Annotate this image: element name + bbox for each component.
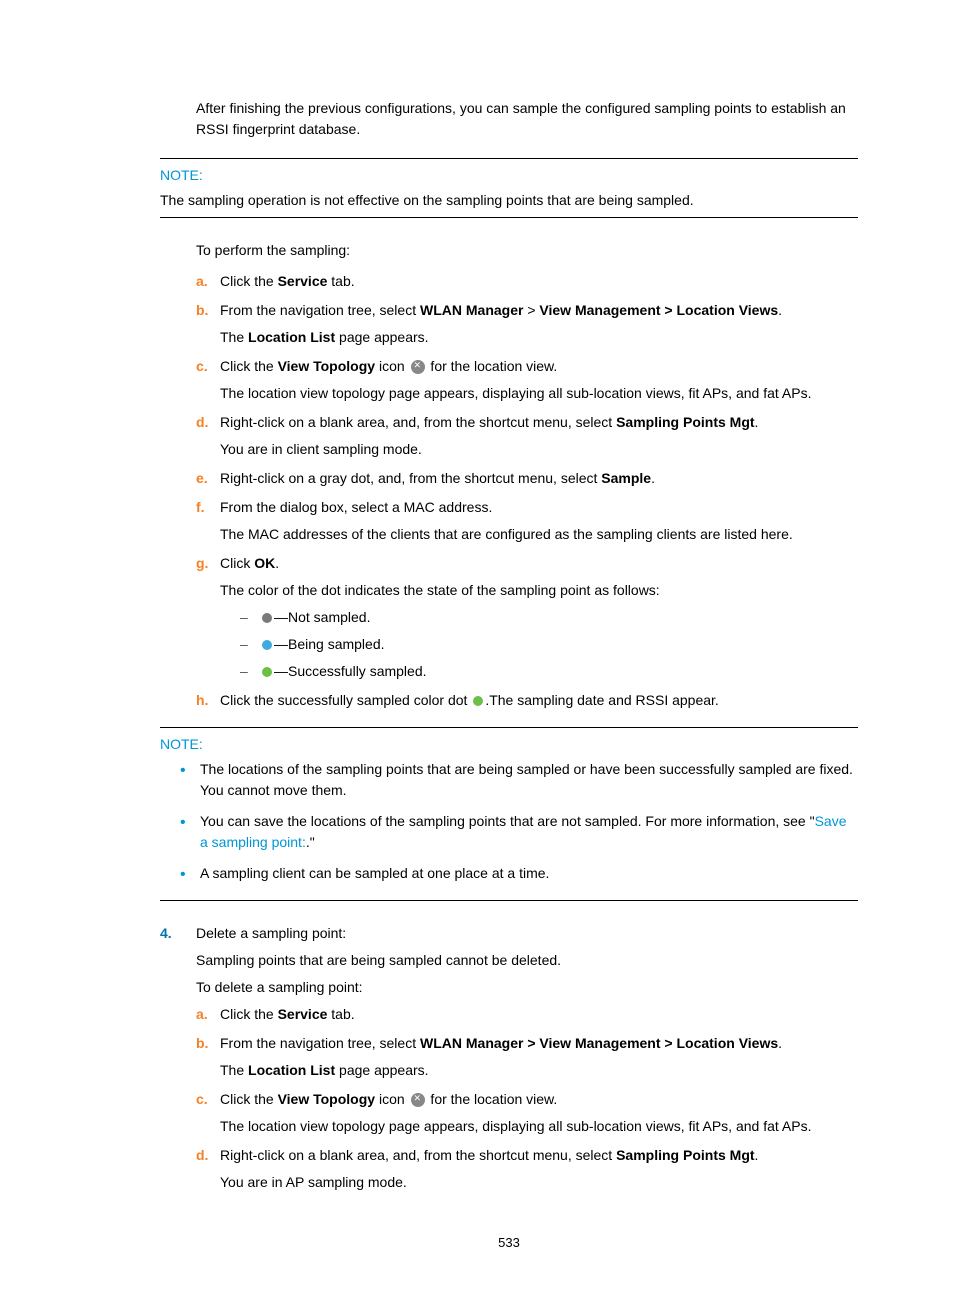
- bold-text: WLAN Manager > View Management > Locatio…: [420, 1035, 778, 1051]
- perform-intro: To perform the sampling:: [196, 240, 858, 261]
- text: .: [778, 1035, 782, 1051]
- text: Click the: [220, 1091, 278, 1107]
- text: Click the: [220, 358, 278, 374]
- dot-gray-icon: [262, 613, 272, 623]
- numbered-list: 4. Delete a sampling point: Sampling poi…: [160, 923, 858, 1193]
- sub-text: The color of the dot indicates the state…: [220, 580, 858, 601]
- bold-text: OK: [254, 555, 275, 571]
- note-box-1: NOTE: The sampling operation is not effe…: [160, 158, 858, 218]
- text: .: [778, 302, 782, 318]
- bold-text: View Topology: [278, 358, 376, 374]
- note-item: The locations of the sampling points tha…: [180, 759, 858, 801]
- state-success-sampled: —Successfully sampled.: [240, 661, 858, 682]
- view-topology-icon: [411, 360, 425, 374]
- sub-text: The Location List page appears.: [220, 327, 858, 348]
- text: tab.: [327, 1006, 354, 1022]
- marker: 4.: [160, 923, 172, 944]
- text: .: [755, 1147, 759, 1163]
- steps-list-1: a. Click the Service tab. b. From the na…: [160, 271, 858, 711]
- intro-text: After finishing the previous configurati…: [196, 98, 858, 140]
- step-d: d. Right-click on a blank area, and, fro…: [196, 412, 858, 460]
- text: Click the: [220, 273, 278, 289]
- sub-text: You are in AP sampling mode.: [220, 1172, 858, 1193]
- step-g: g. Click OK. The color of the dot indica…: [196, 553, 858, 682]
- bold-text: Sampling Points Mgt: [616, 414, 754, 430]
- text: —Not sampled.: [274, 609, 370, 625]
- sub-text: The Location List page appears.: [220, 1060, 858, 1081]
- step-h: h. Click the successfully sampled color …: [196, 690, 858, 711]
- text: icon: [375, 1091, 408, 1107]
- text: for the location view.: [427, 1091, 558, 1107]
- note-text: The sampling operation is not effective …: [160, 190, 858, 218]
- text: —Being sampled.: [274, 636, 385, 652]
- text: —Successfully sampled.: [274, 663, 427, 679]
- bold-text: View Management > Location Views: [539, 302, 778, 318]
- note-list: The locations of the sampling points tha…: [160, 759, 858, 901]
- text: From the dialog box, select a MAC addres…: [220, 499, 492, 515]
- step-title: Delete a sampling point:: [196, 923, 858, 944]
- text: Click the: [220, 1006, 278, 1022]
- note-label: NOTE:: [160, 734, 858, 755]
- text: .: [651, 470, 655, 486]
- bold-text: Service: [278, 273, 328, 289]
- text: tab.: [327, 273, 354, 289]
- dot-green-icon: [262, 667, 272, 677]
- sub-text: The MAC addresses of the clients that ar…: [220, 524, 858, 545]
- text: .: [755, 414, 759, 430]
- state-list: —Not sampled. —Being sampled. —Successfu…: [220, 607, 858, 682]
- text: Right-click on a gray dot, and, from the…: [220, 470, 601, 486]
- step-d: d. Right-click on a blank area, and, fro…: [196, 1145, 858, 1193]
- text: for the location view.: [427, 358, 558, 374]
- state-being-sampled: —Being sampled.: [240, 634, 858, 655]
- step-f: f. From the dialog box, select a MAC add…: [196, 497, 858, 545]
- note-label: NOTE:: [160, 165, 858, 186]
- text: Right-click on a blank area, and, from t…: [220, 414, 616, 430]
- dot-green-icon: [473, 696, 483, 706]
- state-not-sampled: —Not sampled.: [240, 607, 858, 628]
- text: .The sampling date and RSSI appear.: [485, 692, 718, 708]
- steps-list-2: a. Click the Service tab. b. From the na…: [196, 1004, 858, 1193]
- text: icon: [375, 358, 408, 374]
- step-b: b. From the navigation tree, select WLAN…: [196, 1033, 858, 1081]
- text: From the navigation tree, select: [220, 302, 420, 318]
- text: >: [523, 302, 539, 318]
- bold-text: Sample: [601, 470, 651, 486]
- bold-text: Service: [278, 1006, 328, 1022]
- bold-text: WLAN Manager: [420, 302, 523, 318]
- bold-text: View Topology: [278, 1091, 376, 1107]
- note-box-2: NOTE: The locations of the sampling poin…: [160, 727, 858, 901]
- text: Right-click on a blank area, and, from t…: [220, 1147, 616, 1163]
- note-item: A sampling client can be sampled at one …: [180, 863, 858, 884]
- note-item: You can save the locations of the sampli…: [180, 811, 858, 853]
- sub-text: To delete a sampling point:: [196, 977, 858, 998]
- step-b: b. From the navigation tree, select WLAN…: [196, 300, 858, 348]
- step-c: c. Click the View Topology icon for the …: [196, 356, 858, 404]
- step-c: c. Click the View Topology icon for the …: [196, 1089, 858, 1137]
- step-4: 4. Delete a sampling point: Sampling poi…: [160, 923, 858, 1193]
- dot-blue-icon: [262, 640, 272, 650]
- text: .: [275, 555, 279, 571]
- step-a: a. Click the Service tab.: [196, 271, 858, 292]
- sub-text: You are in client sampling mode.: [220, 439, 858, 460]
- sub-text: Sampling points that are being sampled c…: [196, 950, 858, 971]
- text: Click: [220, 555, 254, 571]
- bold-text: Sampling Points Mgt: [616, 1147, 754, 1163]
- view-topology-icon: [411, 1093, 425, 1107]
- sub-text: The location view topology page appears,…: [220, 1116, 858, 1137]
- step-a: a. Click the Service tab.: [196, 1004, 858, 1025]
- text: Click the successfully sampled color dot: [220, 692, 471, 708]
- sub-text: The location view topology page appears,…: [220, 383, 858, 404]
- text: From the navigation tree, select: [220, 1035, 420, 1051]
- step-e: e. Right-click on a gray dot, and, from …: [196, 468, 858, 489]
- page-number: 533: [160, 1233, 858, 1253]
